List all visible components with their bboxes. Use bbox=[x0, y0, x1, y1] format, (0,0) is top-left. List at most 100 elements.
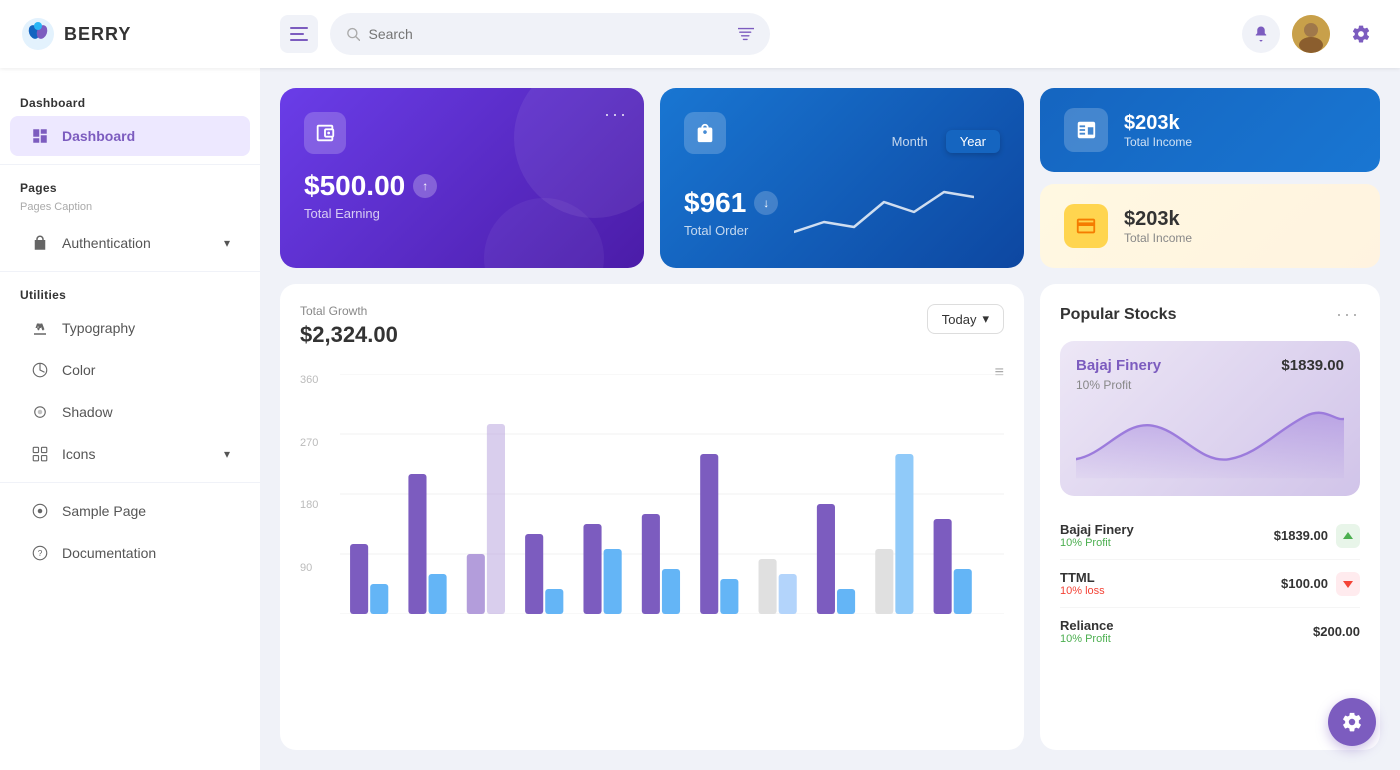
earning-trend-icon: ↑ bbox=[413, 174, 437, 198]
income-card-yellow: $203k Total Income bbox=[1040, 184, 1380, 268]
order-trend-icon: ↓ bbox=[754, 191, 778, 215]
stock-info-ttml: TTML 10% loss bbox=[1060, 570, 1105, 597]
right-income-cards: $203k Total Income $203k Total Income bbox=[1040, 88, 1380, 268]
sidebar-item-color[interactable]: Color bbox=[10, 350, 250, 390]
svg-text:?: ? bbox=[38, 549, 43, 558]
year-toggle-button[interactable]: Year bbox=[946, 130, 1000, 153]
stock-profit-ttml: 10% loss bbox=[1060, 585, 1105, 597]
order-label: Total Order bbox=[684, 223, 778, 238]
typography-icon bbox=[30, 318, 50, 338]
bottom-row: Total Growth $2,324.00 Today ▾ ≡ bbox=[280, 284, 1380, 750]
stock-profit-bajaj: 10% Profit bbox=[1060, 537, 1134, 549]
order-amount-area: $961 ↓ Total Order bbox=[684, 187, 778, 238]
stock-price-area-bajaj: $1839.00 bbox=[1274, 524, 1360, 548]
income-yellow-info: $203k Total Income bbox=[1124, 208, 1192, 245]
filter-icon[interactable] bbox=[738, 27, 754, 41]
header: BERRY bbox=[0, 0, 1400, 68]
stocks-title: Popular Stocks bbox=[1060, 306, 1176, 324]
sample-page-icon bbox=[30, 501, 50, 521]
logo-icon bbox=[20, 16, 56, 52]
y-label-90: 90 bbox=[300, 562, 340, 574]
today-period-button[interactable]: Today ▾ bbox=[927, 304, 1004, 334]
sidebar-divider-1 bbox=[0, 164, 260, 165]
order-card: Month Year $961 ↓ Total Order bbox=[660, 88, 1024, 268]
featured-stock-profit: 10% Profit bbox=[1076, 378, 1344, 392]
y-label-270: 270 bbox=[300, 437, 340, 449]
earning-card: ··· $500.00 ↑ Total Earning bbox=[280, 88, 644, 268]
growth-title-area: Total Growth $2,324.00 bbox=[300, 304, 398, 348]
order-mini-chart bbox=[794, 182, 1000, 242]
month-toggle-button[interactable]: Month bbox=[878, 130, 942, 153]
income-label-blue: Total Income bbox=[1124, 135, 1192, 149]
stock-price-ttml: $100.00 bbox=[1281, 576, 1328, 591]
fab-settings[interactable] bbox=[1328, 698, 1376, 746]
y-label-360: 360 bbox=[300, 374, 340, 386]
sidebar-item-documentation-label: Documentation bbox=[62, 545, 156, 561]
stock-info-bajaj: Bajaj Finery 10% Profit bbox=[1060, 522, 1134, 549]
sidebar-item-typography-label: Typography bbox=[62, 320, 135, 336]
sidebar-item-dashboard-label: Dashboard bbox=[62, 128, 135, 144]
table-icon bbox=[1075, 119, 1097, 141]
card-icon bbox=[1075, 215, 1097, 237]
earning-label: Total Earning bbox=[304, 206, 620, 221]
order-card-top: Month Year bbox=[684, 112, 1000, 170]
gear-icon bbox=[1351, 24, 1371, 44]
stock-trend-up-bajaj bbox=[1336, 524, 1360, 548]
main-content: ··· $500.00 ↑ Total Earning Month bbox=[260, 68, 1400, 770]
search-input[interactable] bbox=[368, 26, 737, 42]
chevron-down-icon-2: ▾ bbox=[224, 447, 230, 461]
sidebar-item-icons[interactable]: Icons ▾ bbox=[10, 434, 250, 474]
featured-stock: Bajaj Finery $1839.00 10% Profit bbox=[1060, 341, 1360, 496]
sidebar-item-authentication[interactable]: Authentication ▾ bbox=[10, 223, 250, 263]
sidebar-item-color-label: Color bbox=[62, 362, 95, 378]
stock-price-area-reliance: $200.00 bbox=[1313, 624, 1360, 639]
notification-button[interactable] bbox=[1242, 15, 1280, 53]
income-card-blue: $203k Total Income bbox=[1040, 88, 1380, 172]
income-amount-yellow: $203k bbox=[1124, 208, 1192, 231]
order-chart-area: $961 ↓ Total Order bbox=[684, 182, 1000, 242]
income-label-yellow: Total Income bbox=[1124, 231, 1192, 245]
bar-chart bbox=[340, 374, 1004, 614]
sidebar-item-shadow[interactable]: Shadow bbox=[10, 392, 250, 432]
color-icon bbox=[30, 360, 50, 380]
authentication-icon bbox=[30, 233, 50, 253]
stock-price-area-ttml: $100.00 bbox=[1281, 572, 1360, 596]
growth-amount: $2,324.00 bbox=[300, 322, 398, 348]
sidebar-divider-2 bbox=[0, 271, 260, 272]
sidebar: Dashboard Dashboard Pages Pages Caption … bbox=[0, 68, 260, 770]
sidebar-item-sample-page[interactable]: Sample Page bbox=[10, 491, 250, 531]
income-icon-blue bbox=[1064, 108, 1108, 152]
layout: Dashboard Dashboard Pages Pages Caption … bbox=[0, 68, 1400, 770]
stocks-more-button[interactable]: ··· bbox=[1336, 304, 1360, 325]
utilities-section-title: Utilities bbox=[0, 280, 260, 306]
featured-stock-chart bbox=[1076, 400, 1344, 480]
sidebar-divider-3 bbox=[0, 482, 260, 483]
stock-trend-down-ttml bbox=[1336, 572, 1360, 596]
logo-area: BERRY bbox=[20, 16, 280, 52]
income-blue-info: $203k Total Income bbox=[1124, 112, 1192, 149]
shadow-icon bbox=[30, 402, 50, 422]
dashboard-section-title: Dashboard bbox=[0, 88, 260, 114]
sidebar-item-dashboard[interactable]: Dashboard bbox=[10, 116, 250, 156]
stock-name-bajaj: Bajaj Finery bbox=[1060, 522, 1134, 537]
settings-button[interactable] bbox=[1342, 15, 1380, 53]
header-right bbox=[1242, 15, 1380, 53]
avatar[interactable] bbox=[1292, 15, 1330, 53]
shopping-bag-icon bbox=[694, 122, 716, 144]
earning-more-button[interactable]: ··· bbox=[604, 104, 628, 125]
dashboard-icon bbox=[30, 126, 50, 146]
icons-icon bbox=[30, 444, 50, 464]
top-cards-row: ··· $500.00 ↑ Total Earning Month bbox=[280, 88, 1380, 268]
growth-title: Total Growth bbox=[300, 304, 398, 318]
order-toggle: Month Year bbox=[878, 130, 1000, 153]
menu-button[interactable] bbox=[280, 15, 318, 53]
featured-stock-row: Bajaj Finery $1839.00 bbox=[1076, 357, 1344, 374]
sidebar-item-shadow-label: Shadow bbox=[62, 404, 113, 420]
stock-row-bajaj: Bajaj Finery 10% Profit $1839.00 bbox=[1060, 512, 1360, 560]
income-amount-blue: $203k bbox=[1124, 112, 1192, 135]
featured-stock-name: Bajaj Finery bbox=[1076, 357, 1161, 374]
sidebar-item-typography[interactable]: Typography bbox=[10, 308, 250, 348]
documentation-icon: ? bbox=[30, 543, 50, 563]
sidebar-item-documentation[interactable]: ? Documentation bbox=[10, 533, 250, 573]
pages-section-title: Pages bbox=[0, 173, 260, 199]
